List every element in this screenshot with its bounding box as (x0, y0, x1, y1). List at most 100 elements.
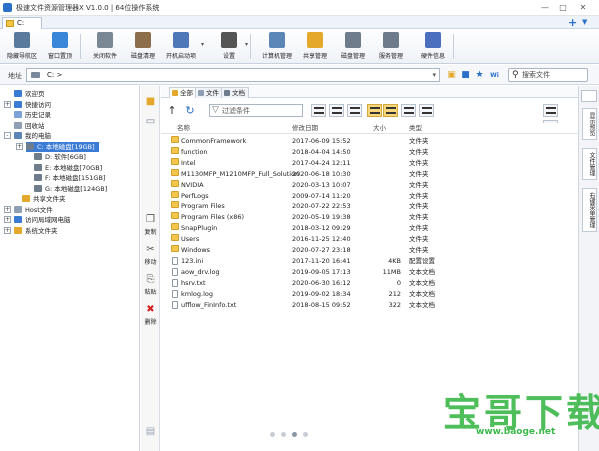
orange-folder-icon[interactable]: ■ (141, 96, 160, 109)
file-row[interactable]: hsrv.txt 2020-06-30 16:12 0 文本文档 (161, 278, 578, 289)
chevron-down-icon[interactable]: ▾ (432, 71, 436, 79)
file-row[interactable]: Windows 2020-07-27 23:18 文件夹 (161, 245, 578, 256)
expand-icon[interactable]: + (16, 142, 23, 150)
file-row[interactable]: Program Files 2020-07-22 22:53 文件夹 (161, 201, 578, 212)
tree-item[interactable]: D: 软件[6GB] (34, 152, 86, 162)
search-input[interactable] (522, 70, 586, 80)
new-folder-button[interactable] (419, 104, 434, 117)
chevron-down-icon[interactable]: ▾ (201, 41, 204, 48)
file-row[interactable]: PerfLogs 2009-07-14 11:20 文件夹 (161, 190, 578, 202)
toolbar-button-1[interactable]: 隐藏导航区 (3, 32, 41, 62)
side-action-label: 粘贴 (144, 289, 157, 296)
toolbar-button-5[interactable]: 开机启动项 (162, 32, 200, 62)
expand-icon[interactable]: + (4, 100, 11, 108)
right-panel-tab[interactable]: 文件管理 (582, 148, 597, 180)
align-left-button[interactable] (311, 104, 326, 117)
expand-icon[interactable]: + (4, 226, 11, 234)
tree-item[interactable]: E: 本地磁盘[70GB] (34, 163, 102, 173)
view-tab[interactable]: 文件 (195, 87, 223, 98)
page-dot[interactable] (281, 432, 286, 437)
tree-item-icon (14, 132, 22, 139)
toolbar-button-4[interactable]: 磁盘清理 (124, 32, 162, 62)
tree-item[interactable]: G: 本地磁盘[124GB] (34, 184, 107, 194)
tree-item[interactable]: + Host文件 (4, 205, 53, 215)
tab-menu-icon[interactable]: ▼ (582, 18, 587, 26)
column-type[interactable]: 类型 (409, 123, 422, 133)
toolbar-button-9[interactable]: 磁盘管理 (334, 32, 372, 62)
column-date[interactable]: 修改日期 (292, 123, 318, 133)
layout-grid-button[interactable] (543, 104, 558, 117)
filter-input[interactable] (222, 106, 300, 115)
file-row[interactable]: 123.ini 2017-11-20 16:41 4KB 配置设置 (161, 256, 578, 267)
toolbar-button-8[interactable]: 共享管理 (296, 32, 334, 62)
star-icon[interactable]: ★ (474, 70, 485, 81)
new-tab-icon[interactable]: + (568, 16, 577, 29)
page-dot[interactable] (292, 432, 297, 437)
folder-open-icon[interactable]: ■ (460, 70, 471, 81)
new-file-button[interactable] (401, 104, 416, 117)
wifi-icon[interactable]: Wi (489, 70, 500, 81)
document-icon[interactable]: ▤ (141, 426, 160, 439)
file-row[interactable]: CommonFramework 2017-06-09 15:52 文件夹 (161, 136, 578, 147)
toolbar-button-2[interactable]: 窗口置顶 (41, 32, 79, 62)
chevron-down-icon[interactable]: ▾ (245, 41, 248, 48)
tab-drive-c[interactable]: C: (2, 17, 42, 29)
panel-toggle-button[interactable] (581, 90, 597, 102)
tree-item[interactable]: F: 本地磁盘[151GB] (34, 173, 105, 183)
add-favorite-icon[interactable]: ▣ (446, 70, 457, 81)
view-mode-details-button[interactable] (367, 104, 382, 117)
side-action-button[interactable]: ❐ 复制 (141, 214, 160, 236)
file-size: 322 (388, 300, 401, 309)
side-action-button[interactable]: ✂ 移动 (141, 244, 160, 266)
right-panel-tab[interactable]: 显示预览 (582, 108, 597, 140)
file-row[interactable]: Program Files (x86) 2020-05-19 19:38 文件夹 (161, 212, 578, 223)
expand-icon[interactable]: + (4, 216, 11, 223)
file-row[interactable]: ufflow_FinInfo.txt 2018-08-15 09:52 322 文本文… (161, 300, 578, 311)
side-action-button[interactable]: ✖ 删除 (141, 304, 160, 326)
tree-item[interactable]: + 访问局域网电脑 (4, 215, 71, 225)
file-row[interactable]: SnapPlugin 2018-03-12 09:29 文件夹 (161, 223, 578, 234)
toolbar-button-3[interactable]: 关闭软件 (86, 32, 124, 62)
tree-item[interactable]: 回收站 (14, 121, 45, 131)
side-action-button[interactable]: ⎘ 粘贴 (141, 274, 160, 296)
tree-item[interactable]: + 快捷访问 (4, 100, 51, 110)
expand-icon[interactable]: + (4, 205, 11, 213)
tree-item-label: 历史记录 (25, 111, 51, 119)
file-row[interactable]: function 2018-04-04 14:50 文件夹 (161, 146, 578, 158)
tree-item[interactable]: + C: 本地磁盘[19GB] (16, 141, 99, 152)
view-tab[interactable]: 全部 (169, 87, 197, 98)
file-row[interactable]: Users 2016-11-25 12:40 文件夹 (161, 234, 578, 245)
column-size[interactable]: 大小 (373, 123, 386, 133)
toolbar-button-6[interactable]: 设置 (210, 32, 248, 62)
close-button[interactable]: ✕ (576, 2, 590, 13)
refresh-icon[interactable]: ↻ (183, 104, 197, 118)
view-mode-list-button[interactable] (383, 104, 398, 117)
tree-item[interactable]: - 我的电脑 (4, 131, 51, 141)
column-name[interactable]: 名称 (177, 123, 190, 133)
minimize-button[interactable]: — (538, 2, 552, 13)
tree-item[interactable]: 历史记录 (14, 110, 51, 120)
up-arrow-icon[interactable]: ↑ (165, 104, 179, 118)
tree-item[interactable]: + 系统文件夹 (4, 226, 58, 236)
file-type: 文件夹 (409, 235, 429, 244)
toolbar-button-10[interactable]: 服务管理 (372, 32, 410, 62)
collapse-icon[interactable]: - (4, 132, 11, 139)
file-row[interactable]: kmlog.log 2019-09-02 18:34 212 文本文档 (161, 289, 578, 300)
toolbar-button-7[interactable]: 计算机管理 (258, 32, 296, 62)
window-icon[interactable]: ▭ (141, 116, 160, 129)
right-panel-tab[interactable]: 右键菜单管理 (582, 188, 597, 232)
file-row[interactable]: M1130MFP_M1210MFP_Full_Solution 2020-06-1… (161, 168, 578, 180)
file-row[interactable]: aow_drv.log 2019-09-05 17:13 11MB 文本文档 (161, 267, 578, 278)
align-right-button[interactable] (347, 104, 362, 117)
toolbar-button-11[interactable]: 硬件信息 (414, 32, 452, 62)
tree-item[interactable]: 欢迎页 (14, 89, 45, 99)
file-row[interactable]: NVIDIA 2020-03-13 10:07 文件夹 (161, 179, 578, 191)
address-field[interactable]: C: > ▾ (26, 68, 440, 82)
align-center-button[interactable] (329, 104, 344, 117)
tree-item[interactable]: 共享文件夹 (22, 194, 66, 204)
page-dot[interactable] (270, 432, 275, 437)
file-row[interactable]: Intel 2017-04-24 12:11 文件夹 (161, 157, 578, 169)
maximize-button[interactable]: □ (556, 2, 570, 13)
page-dot[interactable] (303, 432, 308, 437)
view-tab[interactable]: 文档 (221, 87, 249, 98)
